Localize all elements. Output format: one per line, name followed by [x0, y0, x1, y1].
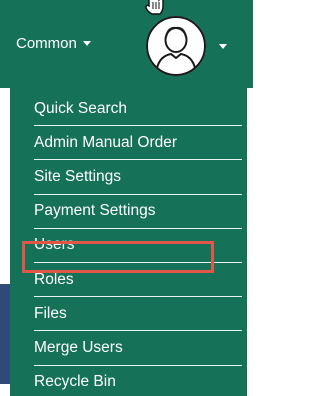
app-window: Common Quick Search Admin Manual Order S…	[0, 0, 253, 396]
user-avatar-icon	[143, 13, 209, 79]
hand-pointer-icon	[144, 0, 166, 18]
menu-item-recycle-bin[interactable]: Recycle Bin	[34, 366, 242, 396]
menu-item-files[interactable]: Files	[34, 297, 242, 332]
menu-item-payment-settings[interactable]: Payment Settings	[34, 195, 242, 229]
menu-item-merge-users[interactable]: Merge Users	[34, 331, 242, 366]
user-menu-toggle[interactable]	[143, 8, 243, 84]
menu-item-quick-search[interactable]: Quick Search	[34, 92, 242, 127]
site-settings-highlight-box	[22, 241, 214, 273]
background-page-dark-block	[0, 284, 10, 384]
top-navbar: Common	[0, 0, 253, 88]
caret-down-icon	[82, 40, 91, 46]
common-dropdown-menu: Quick Search Admin Manual Order Site Set…	[10, 88, 247, 396]
common-menu-label: Common	[16, 34, 77, 52]
user-caret-down-icon	[219, 43, 227, 49]
menu-item-admin-manual-order[interactable]: Admin Manual Order	[34, 126, 242, 161]
background-page-edge	[0, 88, 10, 396]
common-menu-toggle[interactable]: Common	[16, 24, 91, 62]
menu-item-site-settings[interactable]: Site Settings	[34, 160, 242, 195]
